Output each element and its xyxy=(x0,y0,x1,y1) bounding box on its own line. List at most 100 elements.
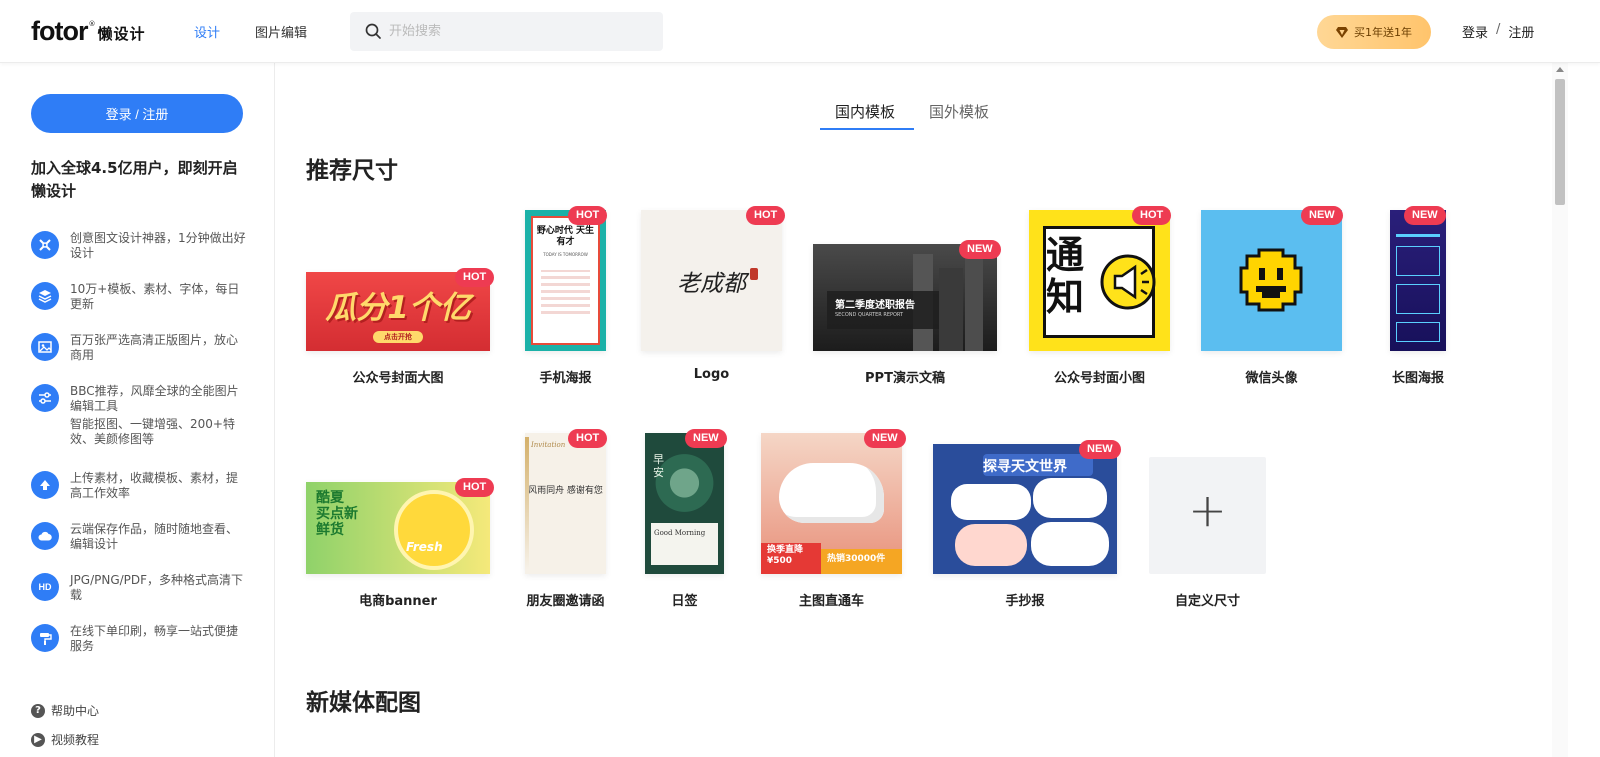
search-input[interactable] xyxy=(389,12,649,51)
hot-badge: HOT xyxy=(1132,206,1172,225)
active-tab-indicator xyxy=(820,128,914,130)
print-roller-icon xyxy=(31,624,59,652)
search-box[interactable] xyxy=(350,12,663,51)
sliders-icon xyxy=(31,384,59,412)
thumbnail-subtext: Invitation xyxy=(531,441,566,449)
thumbnail-headline: 早安 xyxy=(653,453,664,479)
thumbnail-subtext: TODAY IS TOMORROW xyxy=(543,252,588,257)
template-thumbnail[interactable]: 野心时代 天生有才 TODAY IS TOMORROW xyxy=(525,210,606,351)
thumbnail-headline: 酷夏 买点新鲜货 xyxy=(316,490,358,538)
nav-design[interactable]: 设计 xyxy=(194,22,220,41)
template-thumbnail[interactable]: 换季直降 ¥500 热销30000件 xyxy=(761,433,902,574)
right-gutter xyxy=(1568,63,1600,757)
hot-badge: HOT xyxy=(455,478,495,497)
main-content: 国内模板 国外模板 推荐尺寸 瓜分1个亿 点击开抢 HOT 公众号封面大图 野心… xyxy=(276,63,1552,757)
nav-photo-edit[interactable]: 图片编辑 xyxy=(255,22,307,41)
logo-wordmark: fotor xyxy=(31,16,88,46)
left-sidebar: 登录 / 注册 加入全球4.5亿用户，即刻开启懒设计 创意图文设计神器，1分钟做… xyxy=(0,63,275,757)
feature-text: BBC推荐，风靡全球的全能图片编辑工具 智能抠图、一键增强、200+特效、美颜修图… xyxy=(70,384,248,447)
help-center-link[interactable]: ? 帮助中心 xyxy=(31,702,99,719)
thumbnail-subtext: Good Morning xyxy=(654,529,706,537)
thumbnail-headline: 老成都 xyxy=(677,271,746,297)
logo-suffix: 懒设计 xyxy=(97,25,146,43)
template-label: 日签 xyxy=(671,594,698,609)
thumbnail-subtext: Fresh xyxy=(406,540,443,554)
template-thumbnail[interactable]: 早安 Good Morning xyxy=(645,433,724,574)
upload-icon xyxy=(31,471,59,499)
new-badge: NEW xyxy=(685,429,727,448)
section-title-new-media: 新媒体配图 xyxy=(306,690,421,716)
template-thumbnail[interactable]: 探寻天文世界 xyxy=(933,444,1117,574)
login-link[interactable]: 登录 xyxy=(1462,22,1488,41)
thumbnail-cta: 点击开抢 xyxy=(373,331,423,343)
top-header: fotor ® 懒设计 设计 图片编辑 买1年送1年 登录 / 注册 xyxy=(0,0,1600,63)
template-thumbnail[interactable]: 老成都 xyxy=(641,210,782,351)
template-thumbnail[interactable] xyxy=(1390,210,1446,351)
feature-text: 百万张严选高清正版图片，放心商用 xyxy=(70,333,239,362)
thumbnail-subtext: 热销30000件 xyxy=(827,554,886,564)
auth-links: 登录 / 注册 xyxy=(1462,22,1534,41)
video-tutorial-link[interactable]: ▶ 视频教程 xyxy=(31,731,99,748)
scrollbar-thumb[interactable] xyxy=(1555,79,1565,205)
thumbnail-headline: 第二季度述职报告 xyxy=(835,300,915,311)
hd-icon: HD xyxy=(31,573,59,601)
template-label: 手抄报 xyxy=(1005,594,1045,609)
pixel-smiley-icon xyxy=(1239,248,1303,312)
template-thumbnail[interactable]: 第二季度述职报告 SECOND QUARTER REPORT xyxy=(813,244,997,351)
feature-text: JPG/PNG/PDF，多种格式高清下载 xyxy=(70,573,244,602)
question-icon: ? xyxy=(31,703,45,718)
design-tool-icon xyxy=(31,231,59,259)
template-thumbnail[interactable] xyxy=(1201,210,1342,351)
feature-main-text: BBC推荐，风靡全球的全能图片编辑工具 xyxy=(70,384,239,413)
custom-size-box[interactable]: + xyxy=(1149,457,1266,574)
new-badge: NEW xyxy=(864,429,906,448)
thumbnail-headline: 探寻天文世界 xyxy=(983,459,1067,475)
promo-button[interactable]: 买1年送1年 xyxy=(1317,15,1431,49)
cloud-icon xyxy=(31,522,59,550)
register-link[interactable]: 注册 xyxy=(1508,22,1534,41)
section-title-recommended-sizes: 推荐尺寸 xyxy=(306,158,398,184)
tab-domestic-templates[interactable]: 国内模板 xyxy=(835,101,895,122)
help-center-label: 帮助中心 xyxy=(51,704,100,718)
video-tutorial-label: 视频教程 xyxy=(51,733,100,747)
diamond-icon xyxy=(1336,26,1348,38)
feature-text: 云端保存作品，随时随地查看、编辑设计 xyxy=(70,522,239,551)
page-scrollbar[interactable] xyxy=(1552,63,1568,757)
template-label: 主图直通车 xyxy=(798,594,864,609)
logo-registered-mark: ® xyxy=(88,20,96,28)
thumbnail-headline: 通知 xyxy=(1046,233,1085,319)
hot-badge: HOT xyxy=(568,206,608,225)
megaphone-icon xyxy=(1100,254,1156,310)
fotor-logo[interactable]: fotor ® 懒设计 xyxy=(31,14,146,46)
auth-separator: / xyxy=(1496,22,1501,37)
template-label: 微信头像 xyxy=(1245,371,1298,386)
thumbnail-headline: 换季直降 ¥500 xyxy=(767,545,804,566)
hot-badge: HOT xyxy=(568,429,608,448)
template-thumbnail[interactable]: 通知 xyxy=(1029,210,1170,351)
template-label: 手机海报 xyxy=(539,371,592,386)
feature-text: 上传素材，收藏模板、素材，提高工作效率 xyxy=(70,471,239,500)
template-label: 电商banner xyxy=(359,594,437,609)
login-register-button[interactable]: 登录 / 注册 xyxy=(31,94,243,133)
play-icon: ▶ xyxy=(31,732,45,747)
promo-label: 买1年送1年 xyxy=(1354,26,1412,39)
new-badge: NEW xyxy=(1404,206,1446,225)
thumbnail-headline: 野心时代 天生有才 xyxy=(536,226,595,247)
template-thumbnail[interactable]: Invitation 风雨同舟 感谢有您 xyxy=(525,433,606,574)
new-badge: NEW xyxy=(1079,440,1121,459)
template-label: 朋友圈邀请函 xyxy=(526,594,605,609)
thumbnail-headline: 风雨同舟 感谢有您 xyxy=(528,486,603,496)
template-label: 公众号封面小图 xyxy=(1053,371,1145,386)
template-label: 长图海报 xyxy=(1391,371,1444,386)
thumbnail-subtext: SECOND QUARTER REPORT xyxy=(835,312,904,318)
new-badge: NEW xyxy=(959,240,1001,259)
hot-badge: HOT xyxy=(746,206,786,225)
template-label: 自定义尺寸 xyxy=(1174,594,1240,609)
template-label: 公众号封面大图 xyxy=(352,371,444,386)
scroll-up-arrow-icon[interactable] xyxy=(1556,67,1564,72)
feature-text: 创意图文设计神器，1分钟做出好设计 xyxy=(70,231,246,260)
template-label: PPT演示文稿 xyxy=(865,371,945,386)
tab-foreign-templates[interactable]: 国外模板 xyxy=(929,101,989,122)
sidebar-title: 加入全球4.5亿用户，即刻开启懒设计 xyxy=(31,159,238,200)
plus-icon: + xyxy=(1188,483,1227,537)
